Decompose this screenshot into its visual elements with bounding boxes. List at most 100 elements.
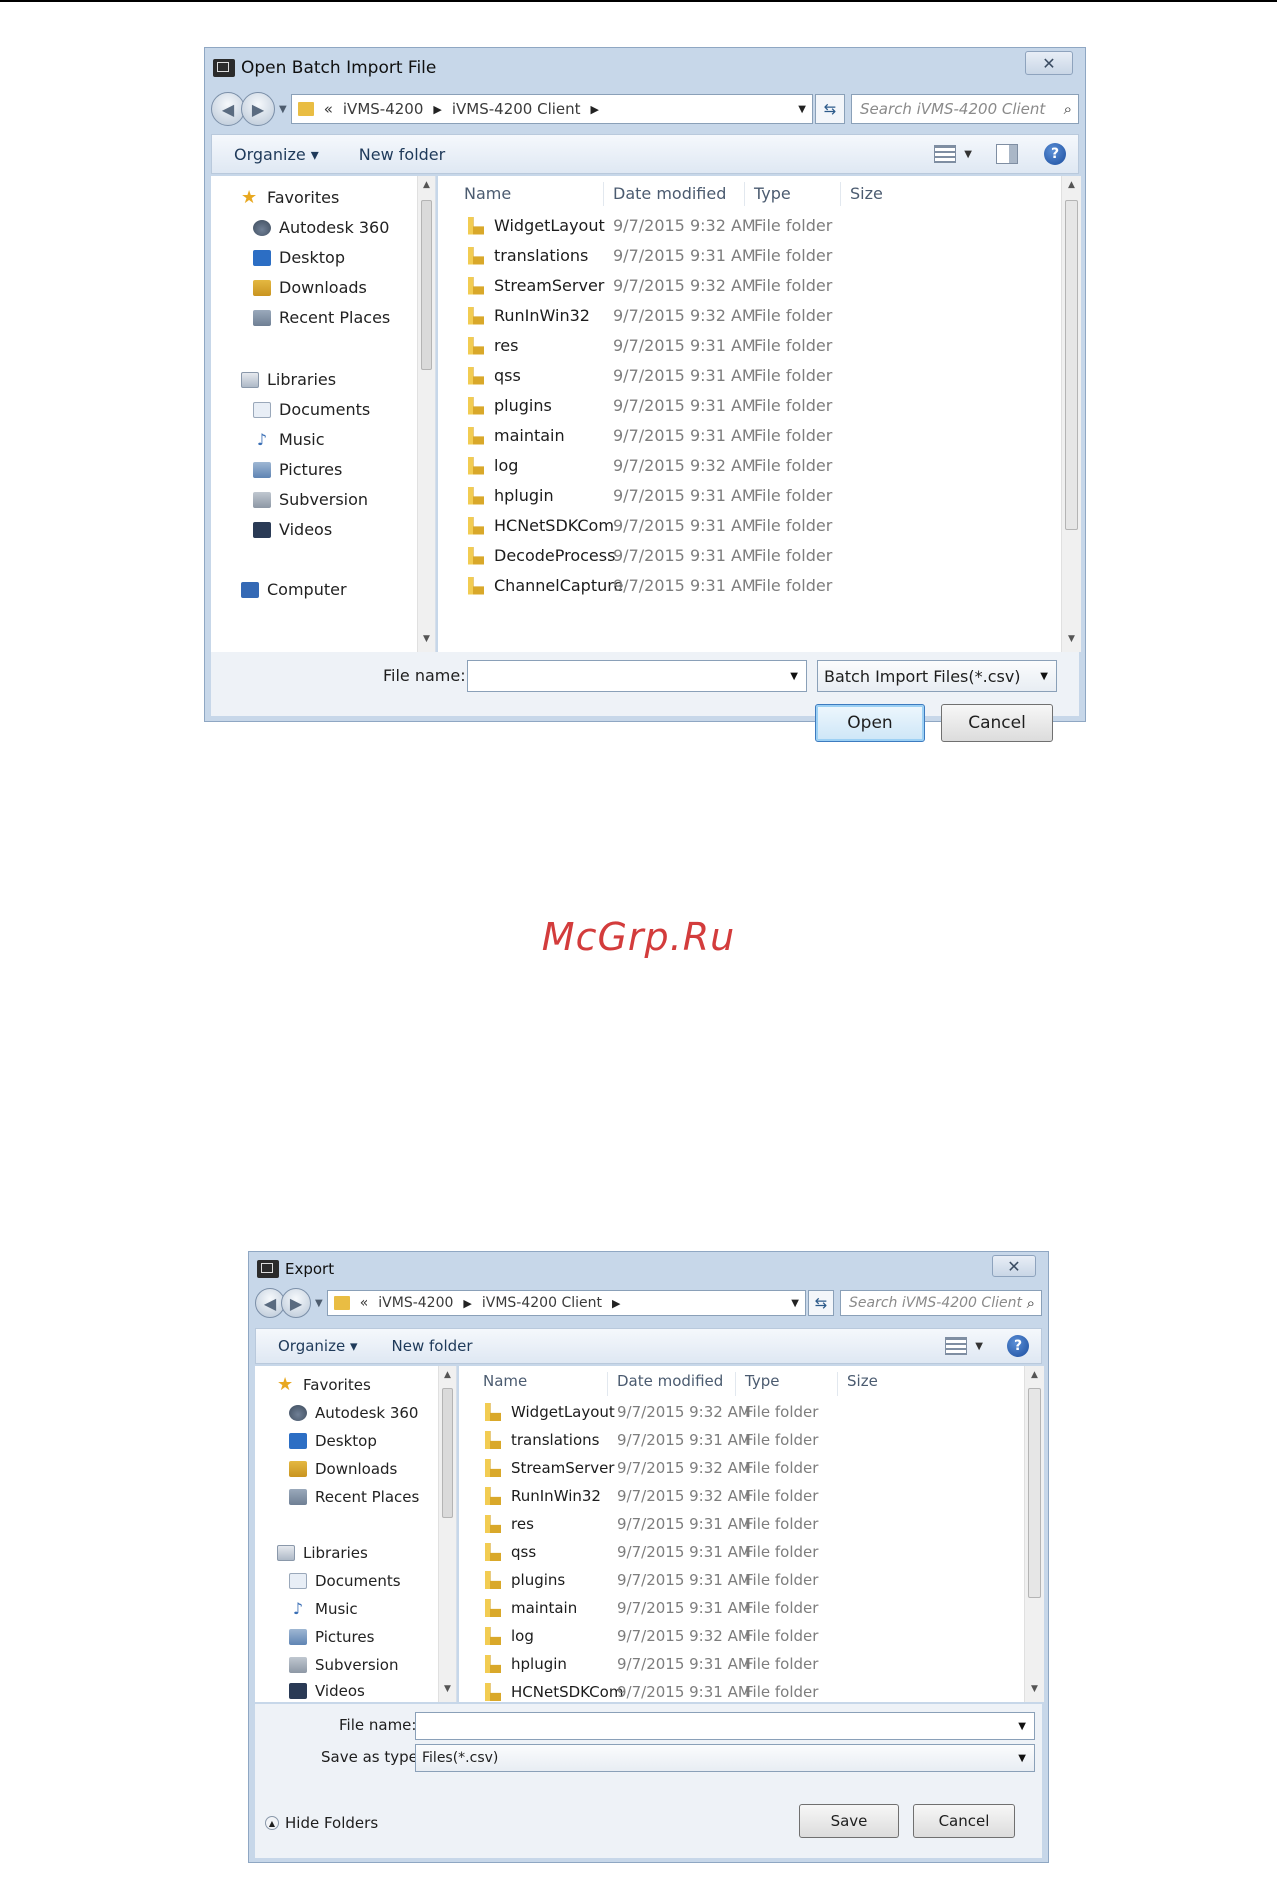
column-header-type[interactable]: Type xyxy=(754,184,791,203)
cancel-button[interactable]: Cancel xyxy=(941,704,1053,742)
column-divider[interactable] xyxy=(837,1372,838,1396)
table-row[interactable]: qss 9/7/2015 9:31 AM File folder xyxy=(438,361,1058,391)
hide-folders-toggle[interactable]: ▲ Hide Folders xyxy=(265,1814,378,1832)
column-divider[interactable] xyxy=(603,182,604,206)
scroll-down-icon[interactable]: ▼ xyxy=(439,1684,456,1700)
view-options-icon[interactable] xyxy=(934,145,957,163)
file-name-input[interactable]: ▼ xyxy=(415,1712,1035,1740)
table-row[interactable]: res 9/7/2015 9:31 AM File folder xyxy=(438,331,1058,361)
nav-item-recent-places[interactable]: Recent Places xyxy=(289,1488,419,1506)
search-icon[interactable]: ⌕ xyxy=(1027,1294,1035,1312)
view-dropdown-icon[interactable]: ▼ xyxy=(964,149,972,160)
save-as-type-select[interactable]: Files(*.csv) ▼ xyxy=(415,1744,1035,1772)
nav-item-desktop[interactable]: Desktop xyxy=(289,1432,377,1450)
table-row[interactable]: maintain 9/7/2015 9:31 AM File folder xyxy=(438,421,1058,451)
table-row[interactable]: log 9/7/2015 9:32 AM File folder xyxy=(459,1622,1019,1652)
column-header-name[interactable]: Name xyxy=(483,1372,527,1390)
column-divider[interactable] xyxy=(607,1372,608,1396)
table-row[interactable]: translations 9/7/2015 9:31 AM File folder xyxy=(459,1426,1019,1456)
search-icon[interactable]: ⌕ xyxy=(1064,100,1072,118)
breadcrumb-chevron-icon[interactable]: ▶ xyxy=(612,1297,620,1310)
nav-item-documents[interactable]: Documents xyxy=(253,400,370,419)
new-folder-button[interactable]: New folder xyxy=(392,1337,473,1355)
table-row[interactable]: ChannelCapture 9/7/2015 9:31 AM File folde… xyxy=(438,571,1058,601)
nav-item-subversion[interactable]: Subversion xyxy=(289,1656,399,1674)
table-row[interactable]: StreamServer 9/7/2015 9:32 AM File folder xyxy=(438,271,1058,301)
nav-item-subversion[interactable]: Subversion xyxy=(253,490,368,509)
help-icon[interactable]: ? xyxy=(1044,143,1066,165)
nav-item-videos[interactable]: Videos xyxy=(289,1682,365,1700)
table-row[interactable]: maintain 9/7/2015 9:31 AM File folder xyxy=(459,1594,1019,1624)
column-header-date[interactable]: Date modified xyxy=(617,1372,723,1390)
recent-locations-dropdown-icon[interactable]: ▼ xyxy=(279,104,287,115)
table-row[interactable]: hplugin 9/7/2015 9:31 AM File folder xyxy=(459,1650,1019,1680)
table-row[interactable]: hplugin 9/7/2015 9:31 AM File folder xyxy=(438,481,1058,511)
breadcrumb-item[interactable]: iVMS-4200 Client xyxy=(482,1295,602,1311)
scroll-down-icon[interactable]: ▼ xyxy=(1062,634,1081,650)
file-name-dropdown-icon[interactable]: ▼ xyxy=(1018,1721,1026,1732)
table-row[interactable]: HCNetSDKCom 9/7/2015 9:31 AM File folder xyxy=(459,1678,1019,1702)
table-row[interactable]: StreamServer 9/7/2015 9:32 AM File folder xyxy=(459,1454,1019,1484)
nav-item-music[interactable]: ♪ Music xyxy=(253,430,325,449)
scroll-down-icon[interactable]: ▼ xyxy=(418,634,435,650)
save-as-type-dropdown-icon[interactable]: ▼ xyxy=(1018,1753,1026,1764)
table-row[interactable]: plugins 9/7/2015 9:31 AM File folder xyxy=(438,391,1058,421)
open-button[interactable]: Open xyxy=(815,704,925,742)
organize-button[interactable]: Organize ▾ xyxy=(234,145,319,164)
scroll-down-icon[interactable]: ▼ xyxy=(1025,1684,1044,1700)
table-row[interactable]: WidgetLayout 9/7/2015 9:32 AM File folder xyxy=(459,1398,1019,1428)
nav-scrollbar[interactable]: ▲ ▼ xyxy=(438,1366,456,1702)
scroll-up-icon[interactable]: ▲ xyxy=(439,1370,456,1386)
table-row[interactable]: HCNetSDKCom 9/7/2015 9:31 AM File folder xyxy=(438,511,1058,541)
file-list-scrollbar[interactable]: ▲ ▼ xyxy=(1061,176,1081,652)
breadcrumb-overflow[interactable]: « xyxy=(324,100,333,118)
scroll-thumb[interactable] xyxy=(442,1388,453,1518)
nav-item-libraries[interactable]: Libraries xyxy=(241,370,336,389)
breadcrumb-overflow[interactable]: « xyxy=(360,1295,369,1311)
save-button[interactable]: Save xyxy=(799,1804,899,1838)
file-list-scrollbar[interactable]: ▲ ▼ xyxy=(1024,1366,1044,1702)
nav-scrollbar[interactable]: ▲ ▼ xyxy=(417,176,435,652)
forward-button[interactable]: ▶ xyxy=(281,1288,311,1318)
breadcrumb-item[interactable]: iVMS-4200 xyxy=(343,100,423,118)
cancel-button[interactable]: Cancel xyxy=(913,1804,1015,1838)
address-bar[interactable]: « iVMS-4200 ▶ iVMS-4200 Client ▶ ▼ xyxy=(290,94,813,124)
column-divider[interactable] xyxy=(840,182,841,206)
scroll-up-icon[interactable]: ▲ xyxy=(1025,1370,1044,1386)
forward-button[interactable]: ▶ xyxy=(241,92,275,126)
table-row[interactable]: qss 9/7/2015 9:31 AM File folder xyxy=(459,1538,1019,1568)
nav-item-desktop[interactable]: Desktop xyxy=(253,248,345,267)
breadcrumb-item[interactable]: iVMS-4200 Client xyxy=(452,100,581,118)
view-options-icon[interactable] xyxy=(945,1337,968,1355)
organize-button[interactable]: Organize ▾ xyxy=(278,1337,358,1355)
refresh-button[interactable]: ⇆ xyxy=(815,94,845,124)
column-header-size[interactable]: Size xyxy=(847,1372,878,1390)
address-bar[interactable]: « iVMS-4200 ▶ iVMS-4200 Client ▶ ▼ xyxy=(326,1290,806,1316)
new-folder-button[interactable]: New folder xyxy=(359,145,445,164)
scroll-thumb[interactable] xyxy=(421,200,432,370)
scroll-thumb[interactable] xyxy=(1028,1388,1041,1598)
search-input[interactable]: Search iVMS-4200 Client ⌕ xyxy=(851,94,1079,124)
nav-item-autodesk-360[interactable]: Autodesk 360 xyxy=(253,218,389,237)
column-header-type[interactable]: Type xyxy=(745,1372,779,1390)
file-type-dropdown-icon[interactable]: ▼ xyxy=(1040,671,1048,682)
table-row[interactable]: plugins 9/7/2015 9:31 AM File folder xyxy=(459,1566,1019,1596)
search-input[interactable]: Search iVMS-4200 Client ⌕ xyxy=(840,1290,1042,1316)
table-row[interactable]: res 9/7/2015 9:31 AM File folder xyxy=(459,1510,1019,1540)
table-row[interactable]: DecodeProcess 9/7/2015 9:31 AM File folder xyxy=(438,541,1058,571)
table-row[interactable]: WidgetLayout 9/7/2015 9:32 AM File folder xyxy=(438,211,1058,241)
table-row[interactable]: RunInWin32 9/7/2015 9:32 AM File folder xyxy=(459,1482,1019,1512)
column-header-date[interactable]: Date modified xyxy=(613,184,726,203)
refresh-button[interactable]: ⇆ xyxy=(808,1290,834,1316)
column-header-size[interactable]: Size xyxy=(850,184,883,203)
breadcrumb-item[interactable]: iVMS-4200 xyxy=(378,1295,453,1311)
breadcrumb-chevron-icon[interactable]: ▶ xyxy=(433,103,441,116)
nav-item-pictures[interactable]: Pictures xyxy=(253,460,342,479)
nav-item-music[interactable]: ♪ Music xyxy=(289,1600,358,1618)
view-dropdown-icon[interactable]: ▼ xyxy=(975,1341,983,1352)
table-row[interactable]: translations 9/7/2015 9:31 AM File folder xyxy=(438,241,1058,271)
breadcrumb-chevron-icon[interactable]: ▶ xyxy=(463,1297,471,1310)
scroll-up-icon[interactable]: ▲ xyxy=(1062,180,1081,196)
recent-locations-dropdown-icon[interactable]: ▼ xyxy=(315,1298,323,1309)
column-header-name[interactable]: Name xyxy=(464,184,511,203)
